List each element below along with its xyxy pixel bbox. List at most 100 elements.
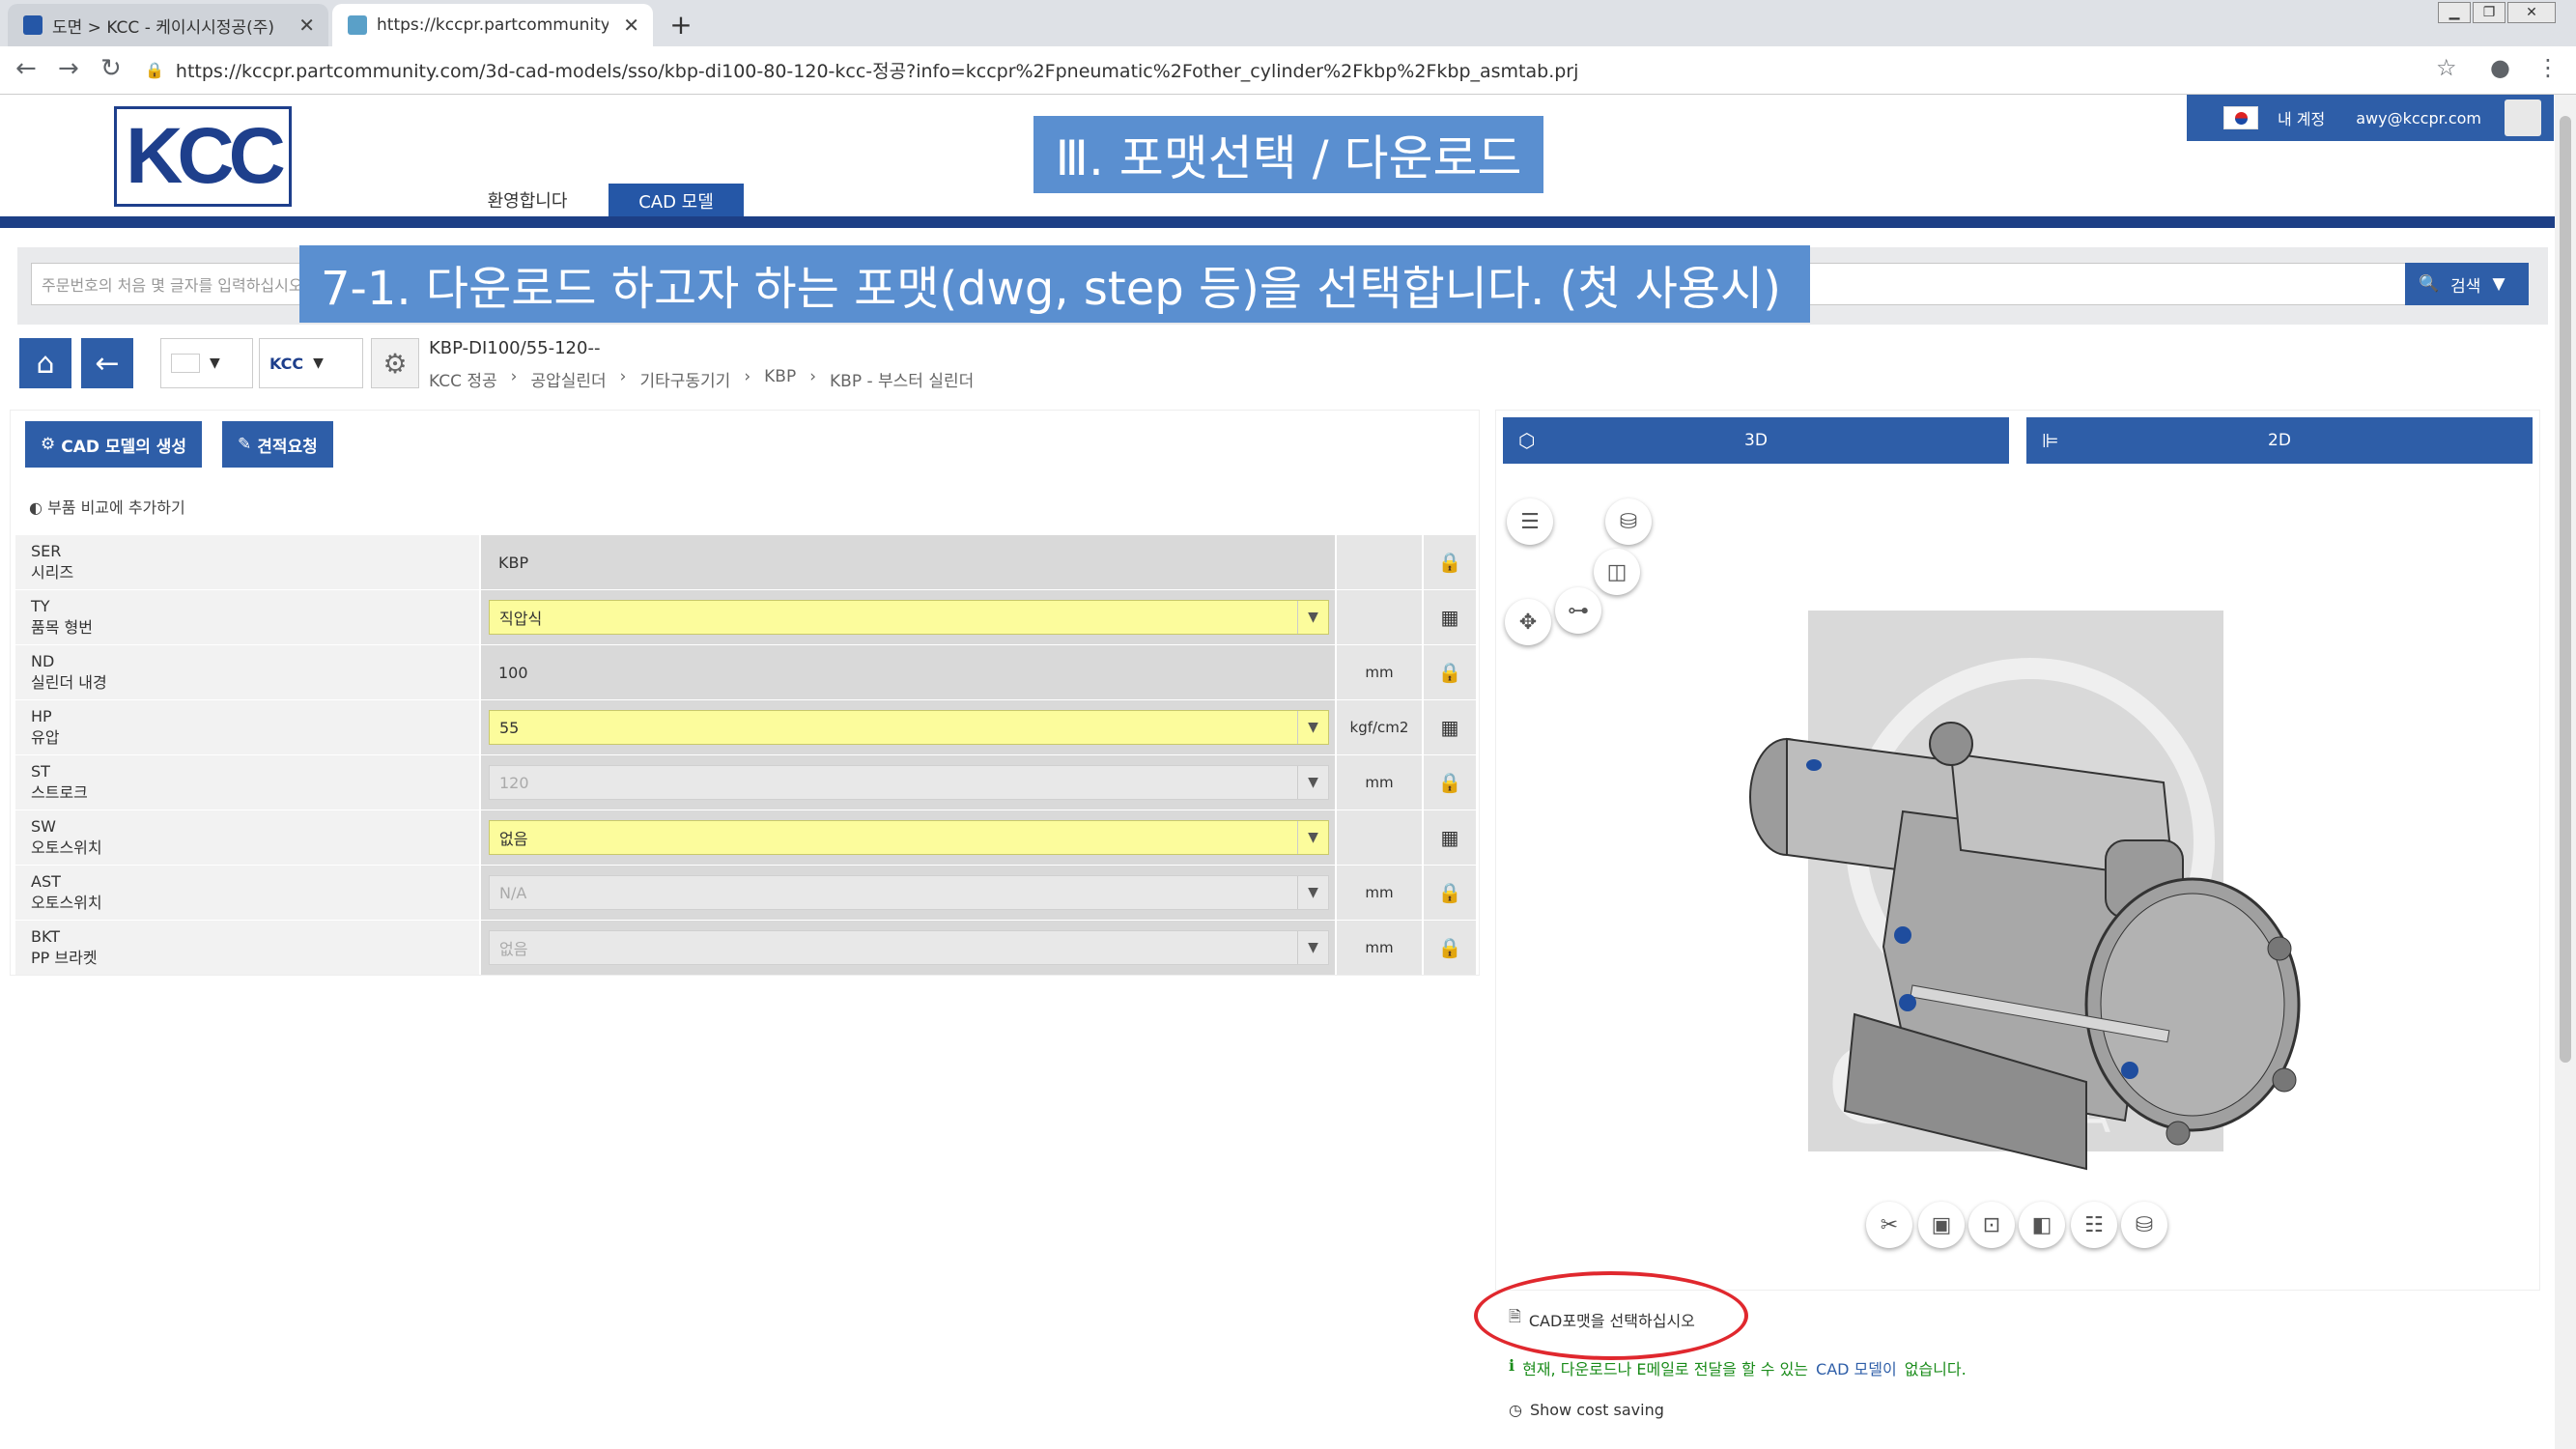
add-to-compare-link[interactable]: ◐ 부품 비교에 추가하기 (29, 495, 185, 518)
vr-glasses-icon[interactable]: ⊶ (1555, 587, 1601, 634)
show-cost-saving-toggle[interactable]: ◷ Show cost saving (1509, 1401, 1664, 1419)
param-unit (1337, 535, 1422, 589)
chevron-down-icon: ▼ (1297, 931, 1328, 964)
new-tab-button[interactable]: + (665, 8, 697, 41)
lock-icon[interactable]: 🔒 (1424, 535, 1476, 589)
chevron-down-icon: ▼ (313, 355, 324, 371)
param-code: ND (31, 652, 55, 670)
back-button[interactable]: ← (81, 338, 133, 388)
chevron-down-icon: ▼ (1297, 766, 1328, 799)
param-row-bkt: BKT PP 브라켓 없음 ▼ mm 🔒 (15, 921, 1476, 975)
browser-tab-label: https://kccpr.partcommunity.cor (377, 15, 609, 35)
url-field[interactable]: 🔒 https://kccpr.partcommunity.com/3d-cad… (145, 52, 2415, 87)
tutorial-title-overlay: Ⅲ. 포맷선택 / 다운로드 (1033, 116, 1543, 193)
breadcrumb-item[interactable]: KBP - 부스터 실린더 (830, 367, 974, 391)
explode-view-icon[interactable]: ⊡ (1968, 1202, 2015, 1248)
lock-icon[interactable]: 🔒 (1424, 755, 1476, 810)
breadcrumb-item[interactable]: KBP (764, 367, 796, 391)
product-thumbnail-icon[interactable]: ⚙ (371, 338, 419, 388)
breadcrumb-item[interactable]: KCC 정공 (429, 367, 497, 391)
arrow-left-icon: ← (95, 346, 120, 381)
account-bar: 내 계정 awy@kccpr.com (2187, 95, 2554, 141)
restore-window-icon[interactable]: ❐ (2473, 2, 2505, 23)
param-label: BKT PP 브라켓 (15, 921, 479, 975)
measure-icon[interactable]: ✂ (1866, 1202, 1912, 1248)
close-tab-icon[interactable]: ✕ (623, 14, 639, 37)
close-window-icon[interactable]: ✕ (2507, 2, 2556, 23)
param-name: PP 브라켓 (31, 949, 98, 967)
forward-arrow-icon[interactable]: → (58, 54, 79, 83)
tab-2d-label: 2D (2268, 431, 2291, 450)
bookmark-star-icon[interactable]: ☆ (2436, 54, 2457, 81)
korea-flag-icon[interactable] (2223, 106, 2258, 129)
cylinder-model-render (1749, 722, 2301, 1171)
tab-3d[interactable]: ⬡ 3D (1503, 417, 2009, 464)
param-value-cell: KBP (481, 535, 1335, 589)
browser-tab-drawing[interactable]: 도면 > KCC - 케이시시정공(주) ✕ (8, 4, 328, 46)
lock-icon[interactable]: 🔒 (1424, 866, 1476, 920)
quote-label: 견적요청 (257, 437, 318, 457)
param-unit (1337, 590, 1422, 644)
cost-saving-label: Show cost saving (1529, 1401, 1664, 1419)
wireframe-icon[interactable]: ◧ (2019, 1202, 2065, 1248)
notice-highlight: CAD 모델이 (1816, 1360, 1897, 1378)
table-icon[interactable]: ▦ (1424, 590, 1476, 644)
param-value: N/A (499, 883, 527, 902)
chevron-down-icon: ▼ (1297, 821, 1328, 854)
home-button[interactable]: ⌂ (19, 338, 71, 388)
param-code: TY (31, 597, 50, 615)
profile-icon[interactable]: ● (2490, 54, 2510, 81)
param-unit: mm (1337, 866, 1422, 920)
back-arrow-icon[interactable]: ← (15, 54, 37, 83)
partcommunity-favicon (348, 15, 367, 35)
breadcrumb-item[interactable]: 기타구동기기 (639, 367, 730, 391)
account-email[interactable]: awy@kccpr.com (2356, 109, 2481, 128)
table-icon[interactable]: ▦ (1424, 810, 1476, 865)
reload-icon[interactable]: ↻ (100, 54, 122, 83)
search-button[interactable]: 🔍 검색 ▼ (2405, 263, 2529, 305)
language-select[interactable]: ▼ (160, 338, 253, 388)
catalog-select[interactable]: KCC ▼ (259, 338, 363, 388)
kcc-logo[interactable]: KCC (114, 106, 292, 207)
tab-2d[interactable]: ⊫ 2D (2026, 417, 2533, 464)
param-select-sw[interactable]: 없음 ▼ (489, 820, 1329, 855)
box-view-icon[interactable]: ◫ (1594, 549, 1640, 595)
table-icon[interactable]: ▦ (1424, 700, 1476, 754)
shaded-view-icon[interactable]: ⛁ (2121, 1202, 2167, 1248)
layers-icon[interactable]: ☷ (2071, 1202, 2117, 1248)
my-account-link[interactable]: 내 계정 (2278, 106, 2325, 129)
close-tab-icon[interactable]: ✕ (298, 14, 315, 37)
list-icon[interactable]: ☰ (1507, 498, 1553, 545)
menu-dots-icon[interactable]: ⋮ (2536, 54, 2560, 81)
cylinder-view-icon[interactable]: ⛁ (1605, 498, 1652, 545)
param-code: SER (31, 542, 62, 560)
param-name: 오토스위치 (31, 838, 102, 857)
browser-tab-partcommunity[interactable]: https://kccpr.partcommunity.cor ✕ (332, 4, 653, 46)
breadcrumb-item[interactable]: 공압실린더 (530, 367, 606, 391)
section-view-icon[interactable]: ▣ (1918, 1202, 1965, 1248)
chevron-down-icon: ▼ (1297, 601, 1328, 634)
lock-icon[interactable]: 🔒 (1424, 921, 1476, 975)
nav-welcome[interactable]: 환영합니다 (460, 184, 595, 216)
param-value: 100 (498, 663, 528, 682)
param-select-ty[interactable]: 직압식 ▼ (489, 600, 1329, 635)
param-code: HP (31, 707, 52, 725)
quote-request-button[interactable]: ✎ 견적요청 (222, 421, 333, 468)
avatar[interactable] (2505, 99, 2541, 136)
scrollbar-thumb[interactable] (2560, 116, 2571, 1063)
chevron-down-icon[interactable]: ▼ (2492, 274, 2505, 294)
param-unit: kgf/cm2 (1337, 700, 1422, 754)
create-cad-model-button[interactable]: ⚙ CAD 모델의 생성 (25, 421, 203, 468)
move-icon[interactable]: ✥ (1505, 599, 1551, 645)
param-row-st: ST 스트로크 120 ▼ mm 🔒 (15, 755, 1476, 810)
param-select-hp[interactable]: 55 ▼ (489, 710, 1329, 745)
lock-icon[interactable]: 🔒 (1424, 645, 1476, 699)
minimize-window-icon[interactable]: ▁ (2438, 2, 2471, 23)
chevron-right-icon: › (809, 367, 817, 386)
param-name: 오토스위치 (31, 894, 102, 912)
quote-icon: ✎ (238, 435, 252, 454)
lock-icon: 🔒 (145, 60, 164, 79)
param-value-cell: 없음 ▼ (481, 810, 1335, 865)
nav-cad-model[interactable]: CAD 모델 (609, 184, 744, 218)
create-cad-label: CAD 모델의 생성 (61, 437, 187, 457)
